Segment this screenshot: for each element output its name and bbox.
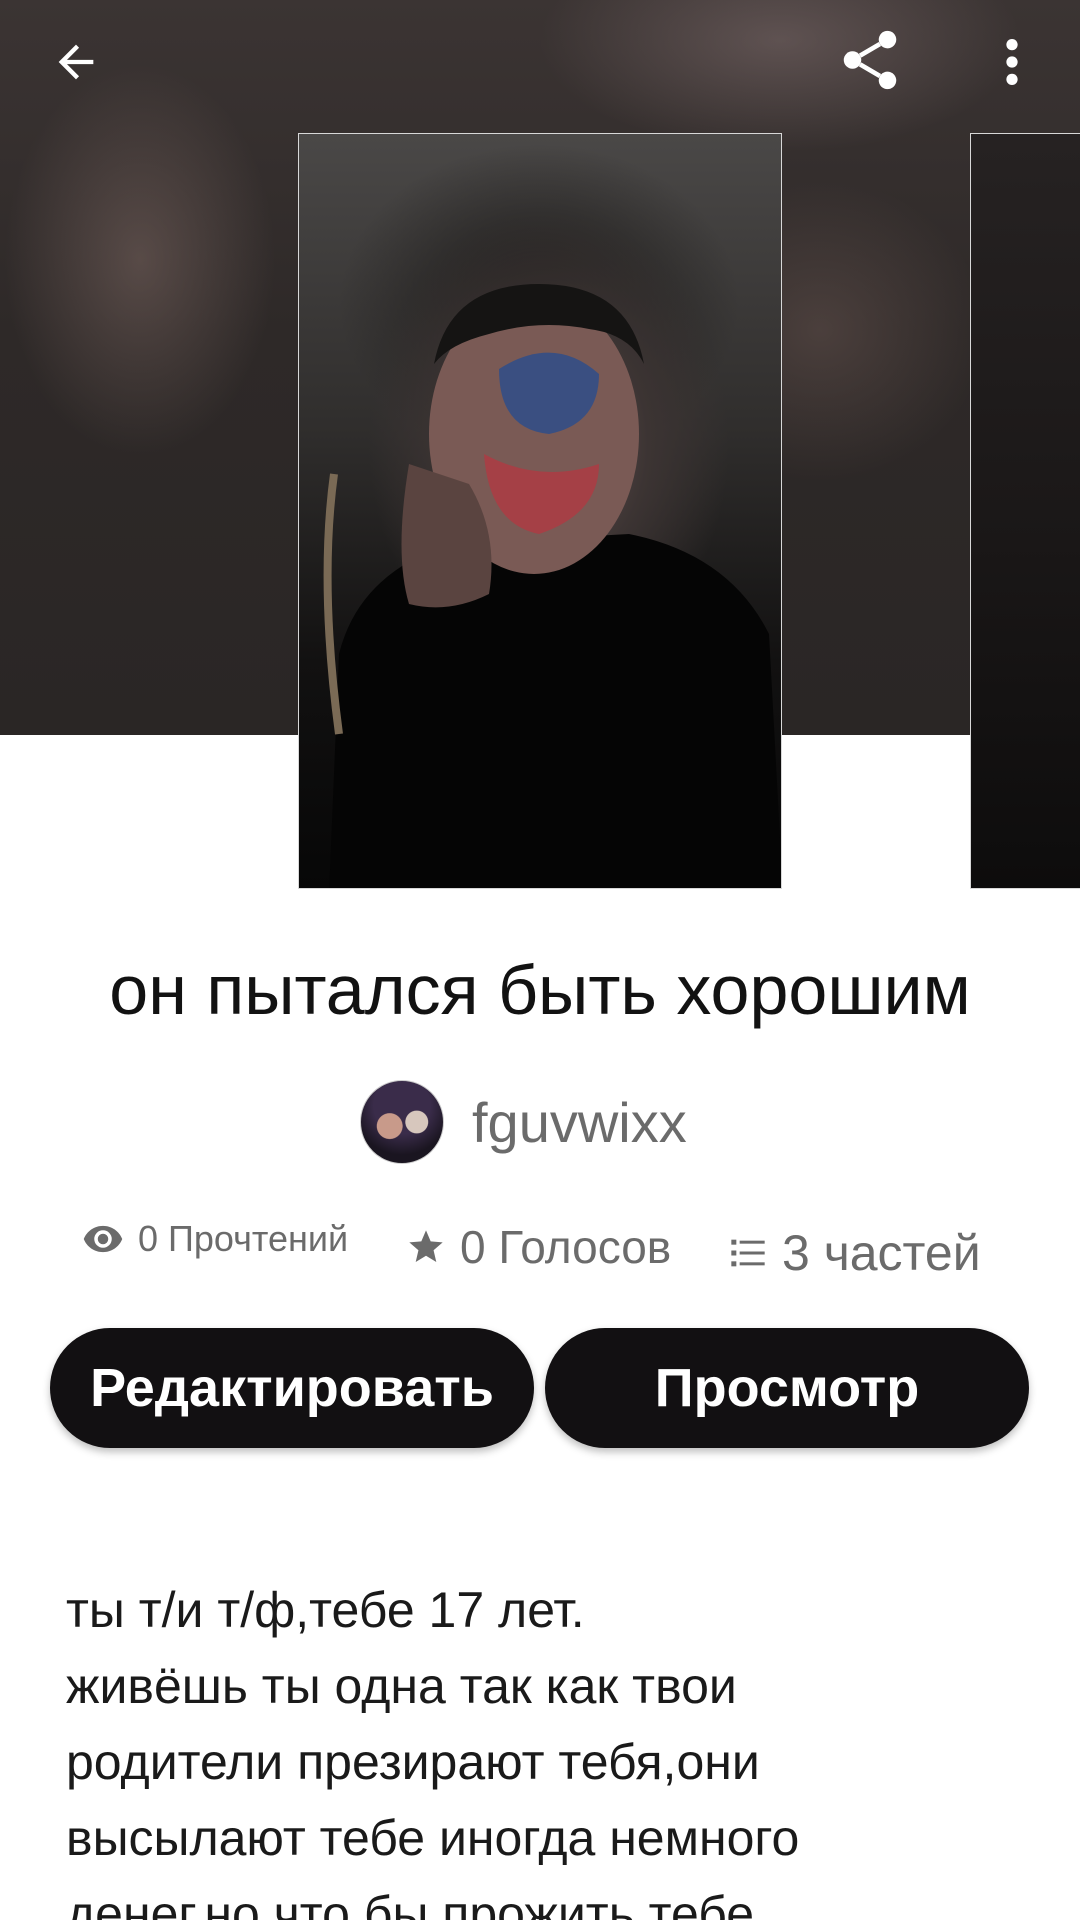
description-line: живёшь ты одна так как твои: [66, 1658, 737, 1714]
star-icon: [406, 1227, 446, 1267]
share-icon: [843, 30, 897, 90]
parts-stat[interactable]: 3 частей: [728, 1224, 981, 1282]
description-line: ты т/и т/ф,тебе 17 лет.: [66, 1582, 585, 1638]
eye-icon: [82, 1218, 124, 1260]
description-line: денег,но что бы прожить тебе: [66, 1886, 755, 1920]
view-button[interactable]: Просмотр: [545, 1328, 1029, 1448]
author-name: fguvwixx: [472, 1090, 687, 1154]
reads-label: 0 Прочтений: [138, 1218, 349, 1259]
story-cover[interactable]: [298, 133, 782, 889]
share-button[interactable]: [830, 20, 910, 100]
back-button[interactable]: [40, 26, 112, 98]
more-vertical-icon: [1006, 39, 1018, 85]
story-stats: 0 Прочтений 0 Голосов 3 частей: [0, 1210, 1080, 1282]
cover-photo: [323, 284, 781, 888]
avatar: [360, 1080, 444, 1164]
more-options-button[interactable]: [990, 26, 1034, 98]
votes-stat: 0 Голосов: [406, 1220, 671, 1274]
story-description: ты т/и т/ф,тебе 17 лет. живёшь ты одна т…: [66, 1572, 1026, 1920]
story-details-screen: он пытался быть хорошим fguvwixx 0 Прочт…: [0, 0, 1080, 1920]
description-line: высылают тебе иногда немного: [66, 1810, 800, 1866]
arrow-left-icon: [58, 44, 94, 80]
author-link[interactable]: fguvwixx: [360, 1080, 687, 1164]
edit-button[interactable]: Редактировать: [50, 1328, 534, 1448]
story-title: он пытался быть хорошим: [109, 951, 971, 1029]
reads-stat: 0 Прочтений: [82, 1218, 348, 1260]
votes-label: 0 Голосов: [460, 1221, 672, 1273]
list-icon: [728, 1233, 768, 1273]
next-story-cover[interactable]: [970, 133, 1080, 889]
description-line: родители презирают тебя,они: [66, 1734, 760, 1790]
parts-label: 3 частей: [782, 1225, 981, 1281]
